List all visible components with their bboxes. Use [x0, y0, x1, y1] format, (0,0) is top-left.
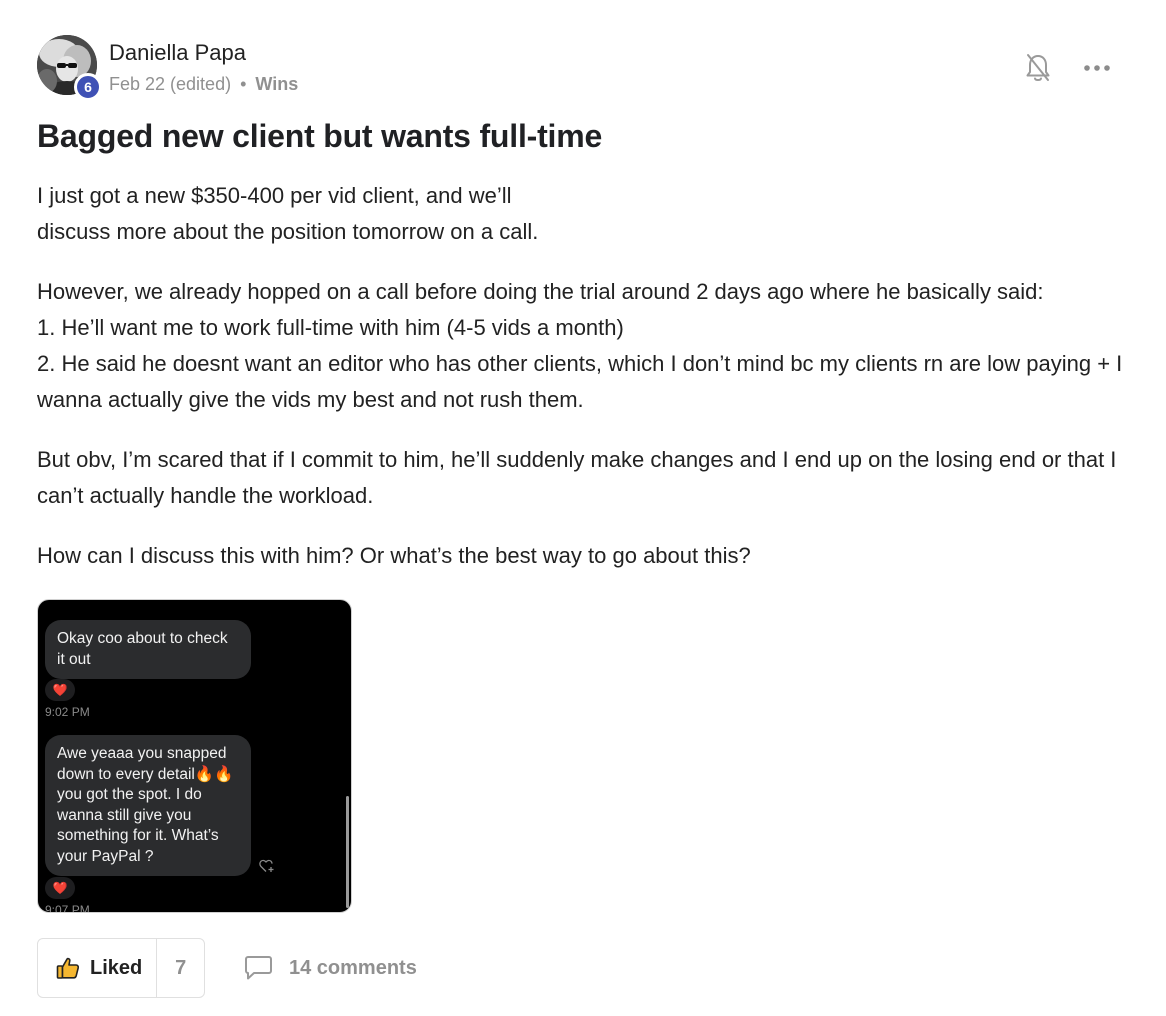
- post-line: I just got a new $350-400 per vid client…: [37, 183, 512, 208]
- post-body: I just got a new $350-400 per vid client…: [37, 178, 1137, 598]
- post-category[interactable]: Wins: [255, 74, 298, 94]
- post-line: 2. He said he doesnt want an editor who …: [37, 351, 1123, 412]
- comments-count: 14 comments: [289, 956, 417, 979]
- post-line: 1. He’ll want me to work full-time with …: [37, 315, 624, 340]
- post-paragraph: I just got a new $350-400 per vid client…: [37, 178, 1137, 250]
- more-options-button[interactable]: [1078, 50, 1116, 86]
- post-card: 6 Daniella Papa Feb 22 (edited) • Wins B…: [0, 0, 1166, 1016]
- post-date: Feb 22 (edited): [109, 74, 232, 94]
- like-count[interactable]: 7: [157, 939, 204, 997]
- post-line: But obv, I’m scared that if I commit to …: [37, 447, 1117, 508]
- author-name[interactable]: Daniella Papa: [109, 40, 246, 66]
- heart-reaction: ❤️: [45, 877, 75, 899]
- post-line: How can I discuss this with him? Or what…: [37, 543, 751, 568]
- comment-icon: [245, 956, 272, 980]
- like-button[interactable]: Liked: [38, 939, 158, 997]
- message-time: 9:07 PM: [45, 903, 90, 913]
- heart-reaction-icon: ❤️: [52, 683, 68, 697]
- message-bubble: Okay coo about to check it out: [45, 620, 251, 679]
- like-label: Liked: [90, 956, 143, 979]
- add-reaction-icon: [259, 859, 274, 872]
- message-time: 9:02 PM: [45, 705, 90, 719]
- scrollbar-thumb[interactable]: [346, 796, 349, 908]
- post-meta: Feb 22 (edited) • Wins: [109, 74, 298, 95]
- bell-off-icon: [1026, 54, 1050, 81]
- notifications-toggle-button[interactable]: [1020, 50, 1056, 86]
- like-control: Liked 7: [37, 938, 205, 998]
- heart-reaction: ❤️: [45, 679, 75, 701]
- meta-separator: •: [240, 74, 247, 94]
- thumbs-up-icon: [56, 957, 80, 979]
- post-line: However, we already hopped on a call bef…: [37, 279, 1044, 304]
- post-title: Bagged new client but wants full-time: [37, 118, 603, 154]
- post-paragraph: However, we already hopped on a call bef…: [37, 274, 1137, 418]
- more-horizontal-icon: [1084, 65, 1110, 71]
- level-badge: 6: [74, 73, 102, 101]
- image-attachment[interactable]: Okay coo about to check it out ❤️ 9:02 P…: [37, 599, 352, 913]
- comments-button[interactable]: 14 comments: [244, 952, 417, 984]
- post-paragraph: How can I discuss this with him? Or what…: [37, 538, 1137, 574]
- post-line: discuss more about the position tomorrow…: [37, 219, 539, 244]
- post-paragraph: But obv, I’m scared that if I commit to …: [37, 442, 1137, 514]
- heart-reaction-icon: ❤️: [52, 881, 68, 895]
- message-bubble: Awe yeaaa you snapped down to every deta…: [45, 735, 251, 876]
